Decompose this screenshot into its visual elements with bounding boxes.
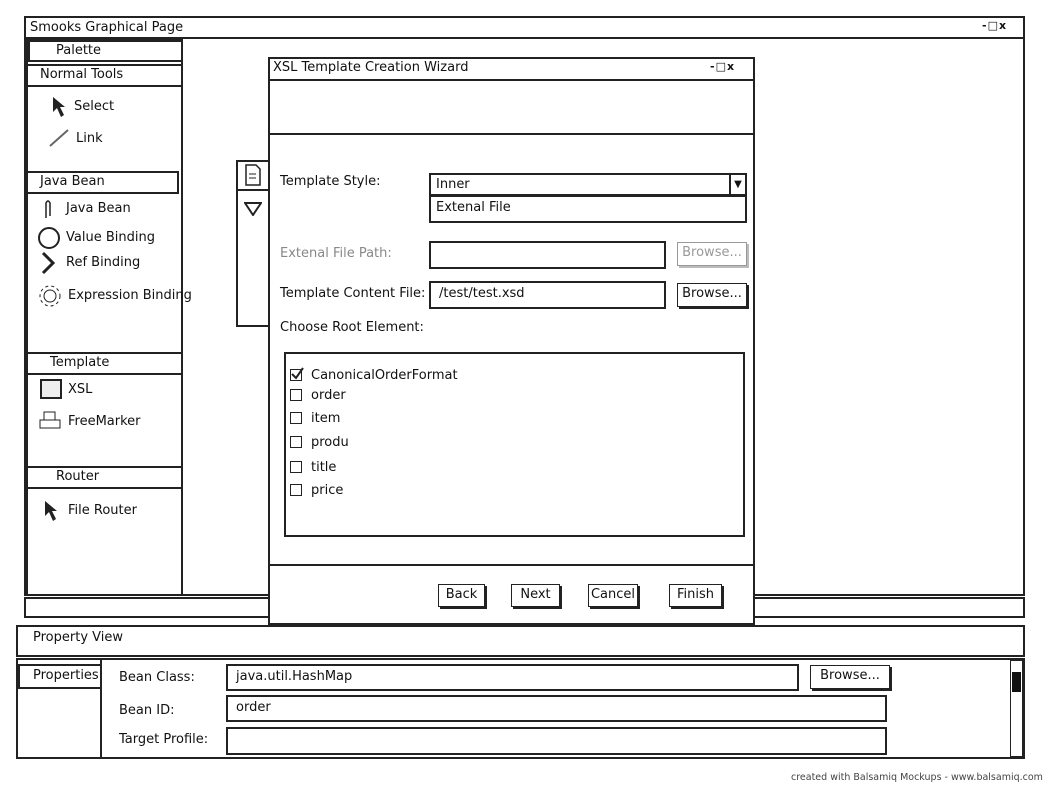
group-router[interactable]: Router xyxy=(26,466,183,489)
target-profile-label: Target Profile: xyxy=(119,732,209,747)
external-file-path-label: Extenal File Path: xyxy=(280,246,392,261)
bean-id-input[interactable]: order xyxy=(226,695,887,722)
bean-id-label: Bean ID: xyxy=(119,703,175,718)
checkmark-icon xyxy=(291,367,304,380)
group-template[interactable]: Template xyxy=(26,352,183,375)
chevron-down-icon[interactable]: ▼ xyxy=(729,173,747,196)
arrow-cursor-icon xyxy=(52,96,66,122)
printer-icon xyxy=(38,411,62,435)
credit-text: created with Balsamiq Mockups - www.bals… xyxy=(791,772,1043,783)
external-file-path-input[interactable] xyxy=(429,241,666,269)
paperclip-icon xyxy=(42,198,54,224)
divider xyxy=(236,189,270,191)
line-icon xyxy=(48,128,70,152)
checkbox[interactable] xyxy=(290,484,302,496)
window-controls[interactable]: -□x xyxy=(982,19,1007,32)
circle-icon xyxy=(37,226,61,254)
checkbox[interactable] xyxy=(290,461,302,473)
palette-item-select[interactable]: Select xyxy=(74,99,114,114)
root-element-label: title xyxy=(311,460,337,475)
external-browse-button[interactable]: Browse... xyxy=(677,242,747,266)
content-browse-button[interactable]: Browse... xyxy=(677,283,747,307)
root-element-label: price xyxy=(311,483,344,498)
palette-item-java-bean[interactable]: Java Bean xyxy=(66,201,131,216)
template-content-file-input[interactable]: /test/test.xsd xyxy=(429,281,666,309)
root-element-label: item xyxy=(311,411,341,426)
cancel-button[interactable]: Cancel xyxy=(588,584,638,607)
checkbox[interactable] xyxy=(290,389,302,401)
group-normal-tools[interactable]: Normal Tools xyxy=(26,64,183,87)
gear-icon xyxy=(38,284,62,312)
dialog-title: XSL Template Creation Wizard xyxy=(273,60,469,75)
target-profile-input[interactable] xyxy=(226,727,887,755)
window-title: Smooks Graphical Page xyxy=(30,20,184,35)
property-view-title: Property View xyxy=(33,630,123,645)
root-element-label: produ xyxy=(311,435,349,450)
template-style-dropdown[interactable]: Inner xyxy=(429,173,747,196)
dialog-banner xyxy=(268,79,755,135)
wizard-dialog xyxy=(268,57,755,625)
template-style-label: Template Style: xyxy=(280,174,381,189)
checkbox[interactable] xyxy=(290,412,302,424)
template-style-option[interactable]: Extenal File xyxy=(429,195,747,223)
palette-item-link[interactable]: Link xyxy=(76,131,103,146)
palette-header: Palette xyxy=(28,40,183,62)
finish-button[interactable]: Finish xyxy=(669,584,722,607)
root-element-label: order xyxy=(311,388,346,403)
dialog-controls[interactable]: -□x xyxy=(710,60,735,73)
arrow-cursor-icon xyxy=(44,500,58,526)
palette-item-ref-binding[interactable]: Ref Binding xyxy=(66,255,140,270)
palette-item-file-router[interactable]: File Router xyxy=(68,503,137,518)
template-content-file-label: Template Content File: xyxy=(280,286,426,301)
scrollbar-thumb[interactable] xyxy=(1012,672,1021,692)
palette-item-xsl[interactable]: XSL xyxy=(68,382,92,397)
palette-item-value-binding[interactable]: Value Binding xyxy=(66,230,155,245)
triangle-down-icon[interactable] xyxy=(243,202,263,220)
rss-icon xyxy=(40,379,62,399)
next-button[interactable]: Next xyxy=(511,584,560,607)
tab-properties-label: Properties xyxy=(33,668,99,683)
choose-root-element-label: Choose Root Element: xyxy=(280,320,424,335)
bean-class-input[interactable]: java.util.HashMap xyxy=(226,664,799,691)
root-element-label: CanonicalOrderFormat xyxy=(311,368,458,383)
group-java-bean[interactable]: Java Bean xyxy=(26,171,179,194)
chevron-right-icon xyxy=(40,251,56,279)
document-icon xyxy=(244,164,262,190)
bean-class-label: Bean Class: xyxy=(119,670,195,685)
checkbox[interactable] xyxy=(290,367,304,381)
bean-class-browse-button[interactable]: Browse... xyxy=(810,665,890,689)
checkbox[interactable] xyxy=(290,436,302,448)
palette-item-expression-binding[interactable]: Expression Binding xyxy=(68,288,192,303)
property-view-header xyxy=(16,625,1025,657)
back-button[interactable]: Back xyxy=(438,584,485,607)
palette-item-freemarker[interactable]: FreeMarker xyxy=(68,414,141,429)
